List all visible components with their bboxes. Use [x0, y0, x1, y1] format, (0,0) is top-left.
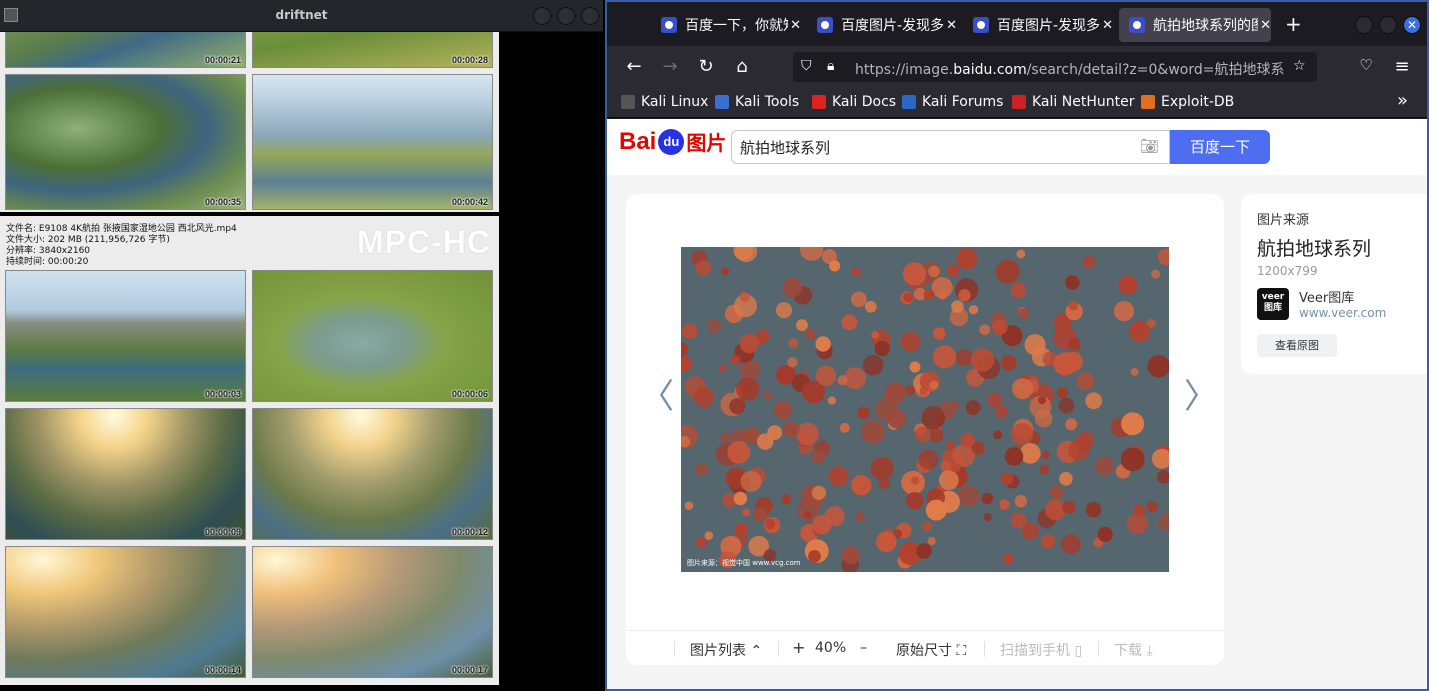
image-list-button[interactable]: 图片列表 ⌃: [690, 640, 762, 660]
image-viewer: 〈 图片来源：视觉中国 www.vcg.com 〉 图片列表 ⌃ + 40% –…: [626, 194, 1224, 665]
download-button[interactable]: 下载 ⤓: [1114, 640, 1153, 660]
driftnet-canvas: 00:00:21 00:00:28 00:00:35 00:00:42 文件名:…: [0, 32, 499, 685]
viewer-toolbar: 图片列表 ⌃ + 40% – 原始尺寸 ⛶ 扫描到手机 ▯ 下载 ⤓: [626, 630, 1224, 665]
tab-bar: 百度一下，你就知道 ✕ 百度图片-发现多彩世界 ✕ 百度图片-发现多彩世界 ✕ …: [607, 2, 1427, 46]
video-thumbnail: 00:00:28: [252, 32, 493, 68]
kali-forums-icon: [902, 95, 916, 109]
contact-sheet-1: 00:00:21 00:00:28 00:00:35 00:00:42: [0, 32, 499, 212]
zoom-level: 40%: [815, 640, 847, 656]
baidu-logo[interactable]: Bai du 图片: [619, 127, 726, 156]
maximize-button[interactable]: [557, 7, 575, 25]
shield-icon[interactable]: ⛉: [801, 58, 812, 74]
baidu-favicon-icon: [817, 17, 833, 33]
scan-to-phone-button[interactable]: 扫描到手机 ▯: [1000, 640, 1082, 660]
reload-icon[interactable]: ↻: [695, 56, 717, 77]
video-info: 文件名: E9108 4K航拍 张掖国家湿地公园 西北风光.mp4 文件大小: …: [6, 224, 237, 267]
baidu-favicon-icon: [1129, 17, 1145, 33]
zoom-in-button[interactable]: +: [792, 638, 805, 657]
close-tab-icon[interactable]: ✕: [1260, 18, 1271, 33]
menu-hamburger-icon[interactable]: ≡: [1391, 56, 1413, 77]
bookmark-kali-forums[interactable]: Kali Forums: [902, 94, 1003, 110]
firefox-window: 百度一下，你就知道 ✕ 百度图片-发现多彩世界 ✕ 百度图片-发现多彩世界 ✕ …: [605, 0, 1429, 691]
bookmark-kali-nethunter[interactable]: Kali NetHunter: [1012, 94, 1134, 110]
source-name[interactable]: Veer图库: [1299, 287, 1354, 306]
minimize-button[interactable]: [533, 7, 551, 25]
baidu-favicon-icon: [973, 17, 989, 33]
previous-image-arrow-icon[interactable]: 〈: [640, 369, 674, 418]
view-original-button[interactable]: 查看原图: [1257, 334, 1337, 357]
divider: [778, 641, 779, 657]
image-title: 航拍地球系列: [1257, 238, 1372, 260]
bookmarks-toolbar: Kali Linux Kali Tools Kali Docs Kali For…: [607, 88, 1427, 118]
nethunter-icon: [1012, 95, 1026, 109]
lock-icon[interactable]: 🔒︎: [827, 58, 834, 74]
video-thumbnail: 00:00:06: [252, 270, 493, 402]
search-button[interactable]: 百度一下: [1170, 130, 1270, 164]
navigation-toolbar: ← → ↻ ⌂ ⛉ 🔒︎ https://image.baidu.com/sea…: [607, 46, 1427, 88]
next-image-arrow-icon[interactable]: 〉: [1184, 369, 1218, 418]
original-size-button[interactable]: 原始尺寸 ⛶: [896, 640, 966, 660]
video-thumbnail: 00:00:03: [5, 270, 246, 402]
window-title: driftnet: [275, 8, 328, 22]
divider: [984, 641, 985, 657]
close-tab-icon[interactable]: ✕: [1102, 18, 1113, 33]
kali-docs-icon: [812, 95, 826, 109]
search-box: 📷︎: [731, 130, 1170, 164]
source-label: 图片来源: [1257, 213, 1310, 228]
home-icon[interactable]: ⌂: [731, 56, 753, 77]
bookmarks-overflow-icon[interactable]: »: [1397, 90, 1408, 111]
zoom-out-button[interactable]: –: [860, 640, 867, 656]
close-button[interactable]: [581, 7, 599, 25]
search-input[interactable]: [740, 138, 1120, 156]
video-thumbnail: 00:00:21: [5, 32, 246, 68]
video-thumbnail: 00:00:35: [5, 74, 246, 210]
driftnet-window: driftnet 00:00:21 00:00:28 00:00:35 00:0…: [0, 0, 603, 691]
bookmark-kali-docs[interactable]: Kali Docs: [812, 94, 896, 110]
close-tab-icon[interactable]: ✕: [790, 18, 801, 33]
main-image[interactable]: 图片来源：视觉中国 www.vcg.com: [681, 247, 1169, 572]
tab-aerial-earth[interactable]: 航拍地球系列的图片 ✕: [1119, 8, 1271, 42]
close-tab-icon[interactable]: ✕: [946, 18, 957, 33]
video-thumbnail: 00:00:09: [5, 408, 246, 540]
url-bar[interactable]: ⛉ 🔒︎ https://image.baidu.com/search/deta…: [793, 52, 1317, 82]
bookmark-kali-tools[interactable]: Kali Tools: [715, 94, 799, 110]
new-tab-button[interactable]: +: [1285, 12, 1302, 36]
divider: [1098, 641, 1099, 657]
image-dimensions: 1200x799: [1257, 264, 1318, 278]
mpc-hc-logo: MPC-HC: [357, 224, 491, 260]
aerial-red-trees-image: [681, 247, 1169, 572]
tab-baidu-images-2[interactable]: 百度图片-发现多彩世界 ✕: [963, 8, 1113, 42]
video-thumbnail: 00:00:12: [252, 408, 493, 540]
url-text[interactable]: https://image.baidu.com/search/detail?z=…: [855, 59, 1285, 79]
kali-tools-icon: [715, 95, 729, 109]
maximize-button[interactable]: [1379, 16, 1397, 34]
bookmark-exploit-db[interactable]: Exploit-DB: [1141, 94, 1234, 110]
video-thumbnail: 00:00:14: [5, 546, 246, 678]
tab-baidu-home[interactable]: 百度一下，你就知道 ✕: [651, 8, 801, 42]
baidu-favicon-icon: [661, 17, 677, 33]
source-url[interactable]: www.veer.com: [1299, 306, 1386, 320]
kali-dragon-icon: [621, 95, 635, 109]
minimize-button[interactable]: [1355, 16, 1373, 34]
video-thumbnail: 00:00:42: [252, 74, 493, 210]
bookmark-kali-linux[interactable]: Kali Linux: [621, 94, 708, 110]
baidu-header: Baidu图片 📷︎ 百度一下: [607, 119, 1427, 175]
photo-credit: 图片来源：视觉中国 www.vcg.com: [687, 559, 801, 567]
tab-baidu-images-1[interactable]: 百度图片-发现多彩世界 ✕: [807, 8, 957, 42]
forward-icon[interactable]: →: [659, 56, 681, 77]
veer-logo[interactable]: veer 图库: [1257, 288, 1289, 320]
baidu-image-page: Baidu图片 📷︎ 百度一下 〈 图片来源：视觉中国 www.vcg.com …: [607, 119, 1427, 689]
exploit-db-icon: [1141, 95, 1155, 109]
divider: [674, 641, 675, 657]
back-icon[interactable]: ←: [623, 56, 645, 77]
video-thumbnail: 00:00:17: [252, 546, 493, 678]
close-button[interactable]: ✕: [1403, 16, 1421, 34]
camera-icon[interactable]: 📷︎: [1140, 137, 1159, 155]
contact-sheet-2: 文件名: E9108 4K航拍 张掖国家湿地公园 西北风光.mp4 文件大小: …: [0, 216, 499, 685]
pocket-icon[interactable]: ♡: [1355, 56, 1377, 74]
driftnet-titlebar: driftnet: [0, 0, 603, 32]
image-source-panel: 图片来源 航拍地球系列 1200x799 veer 图库 Veer图库 www.v…: [1241, 194, 1427, 374]
bookmark-star-icon[interactable]: ☆: [1293, 58, 1306, 74]
